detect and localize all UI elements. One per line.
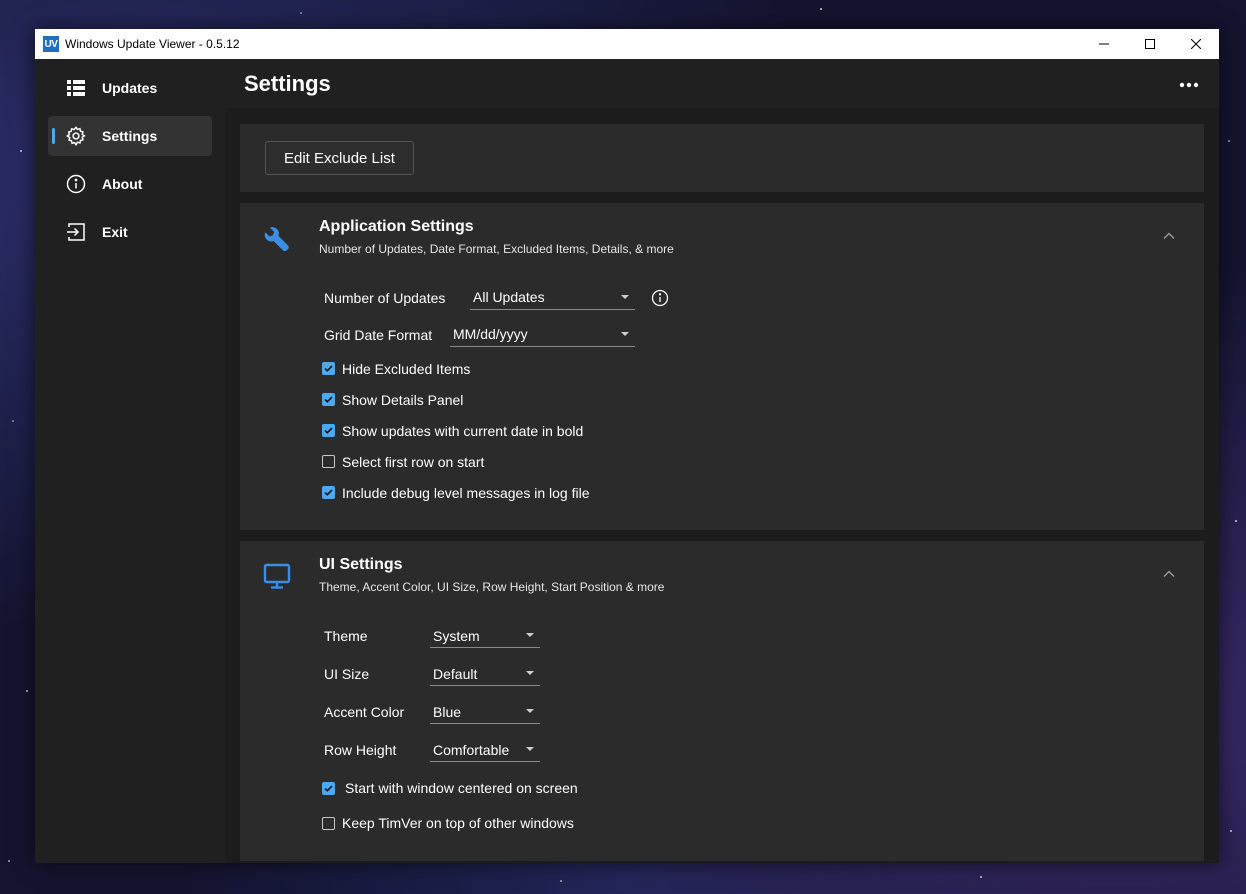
number-of-updates-label: Number of Updates <box>324 289 446 306</box>
exit-icon <box>64 220 88 244</box>
sidebar-item-about[interactable]: About <box>48 164 212 204</box>
chevron-down-icon <box>526 633 534 637</box>
row-height-select[interactable]: Comfortable <box>430 738 540 762</box>
application-settings-title: Application Settings <box>319 218 474 235</box>
ui-settings-title: UI Settings <box>319 556 403 573</box>
debug-log-checkbox[interactable]: Include debug level messages in log file <box>322 477 1204 508</box>
checkbox-checked-icon[interactable] <box>322 424 335 437</box>
edit-exclude-list-button[interactable]: Edit Exclude List <box>265 141 414 175</box>
show-current-date-bold-checkbox[interactable]: Show updates with current date in bold <box>322 415 1204 446</box>
theme-select[interactable]: System <box>430 624 540 648</box>
chevron-up-icon[interactable] <box>1162 567 1176 581</box>
sidebar-item-exit[interactable]: Exit <box>48 212 212 252</box>
checkbox-label: Start with window centered on screen <box>345 780 578 796</box>
application-settings-header[interactable]: Application Settings Number of Updates, … <box>240 203 1204 279</box>
checkbox-checked-icon[interactable] <box>322 362 335 375</box>
chevron-up-icon[interactable] <box>1162 229 1176 243</box>
list-icon <box>64 76 88 100</box>
row-height-value: Comfortable <box>433 741 510 758</box>
number-of-updates-row: Number of Updates All Updates <box>324 279 1204 316</box>
app-window: UV Windows Update Viewer - 0.5.12 Update… <box>35 29 1219 863</box>
ui-size-row: UI Size Default <box>324 655 1204 693</box>
grid-date-format-select[interactable]: MM/dd/yyyy <box>450 323 635 347</box>
start-centered-checkbox[interactable]: Start with window centered on screen <box>322 769 1204 807</box>
close-button[interactable] <box>1173 29 1219 59</box>
chevron-down-icon <box>621 331 629 336</box>
grid-date-format-label: Grid Date Format <box>324 326 433 343</box>
monitor-icon <box>263 563 291 589</box>
sidebar-item-label: Updates <box>102 80 158 96</box>
more-options-button[interactable] <box>1177 73 1201 97</box>
accent-color-row: Accent Color Blue <box>324 693 1204 731</box>
number-of-updates-value: All Updates <box>473 289 545 305</box>
grid-date-format-value: MM/dd/yyyy <box>453 326 528 342</box>
ui-settings-header[interactable]: UI Settings Theme, Accent Color, UI Size… <box>240 541 1204 617</box>
theme-value: System <box>433 627 480 644</box>
checkbox-label: Keep TimVer on top of other windows <box>342 815 574 831</box>
info-icon[interactable] <box>651 289 669 307</box>
accent-color-value: Blue <box>433 703 462 720</box>
title-bar[interactable]: UV Windows Update Viewer - 0.5.12 <box>35 29 1219 59</box>
minimize-icon <box>1099 43 1109 45</box>
main-panel: Settings Edit Exclude List Application S… <box>225 59 1219 863</box>
ui-settings-subtitle: Theme, Accent Color, UI Size, Row Height… <box>319 580 665 594</box>
ui-settings-card: UI Settings Theme, Accent Color, UI Size… <box>240 541 1204 861</box>
window-title: Windows Update Viewer - 0.5.12 <box>65 37 240 51</box>
theme-row: Theme System <box>324 617 1204 655</box>
checkbox-unchecked-icon[interactable] <box>322 455 335 468</box>
application-settings-subtitle: Number of Updates, Date Format, Excluded… <box>319 242 674 256</box>
hide-excluded-items-checkbox[interactable]: Hide Excluded Items <box>322 353 1204 384</box>
sidebar-item-settings[interactable]: Settings <box>48 116 212 156</box>
checkbox-checked-icon[interactable] <box>322 486 335 499</box>
info-icon <box>64 172 88 196</box>
chevron-down-icon <box>526 747 534 751</box>
checkbox-label: Show Details Panel <box>342 391 464 408</box>
show-details-panel-checkbox[interactable]: Show Details Panel <box>322 384 1204 415</box>
select-first-row-checkbox[interactable]: Select first row on start <box>322 446 1204 477</box>
sidebar: Updates Settings About Exit <box>35 59 225 863</box>
checkbox-label: Hide Excluded Items <box>342 360 471 377</box>
app-logo-icon: UV <box>43 36 59 52</box>
sidebar-item-label: Exit <box>102 224 128 240</box>
accent-color-label: Accent Color <box>324 704 405 720</box>
settings-content: Edit Exclude List Application Settings N… <box>240 124 1204 863</box>
ui-size-label: UI Size <box>324 666 370 682</box>
wrench-icon <box>264 227 289 252</box>
theme-label: Theme <box>324 628 368 644</box>
checkbox-unchecked-icon[interactable] <box>322 816 335 830</box>
ui-size-select[interactable]: Default <box>430 662 540 686</box>
row-height-label: Row Height <box>324 742 397 758</box>
maximize-button[interactable] <box>1127 29 1173 59</box>
number-of-updates-select[interactable]: All Updates <box>470 286 635 310</box>
checkbox-checked-icon[interactable] <box>322 781 335 795</box>
grid-date-format-row: Grid Date Format MM/dd/yyyy <box>324 316 1204 353</box>
accent-color-select[interactable]: Blue <box>430 700 540 724</box>
checkbox-label: Show updates with current date in bold <box>342 422 584 439</box>
checkbox-checked-icon[interactable] <box>322 393 335 406</box>
application-settings-card: Application Settings Number of Updates, … <box>240 203 1204 530</box>
page-title: Settings <box>244 70 331 96</box>
gear-icon <box>64 124 88 148</box>
row-height-row: Row Height Comfortable <box>324 731 1204 769</box>
ui-size-value: Default <box>433 665 478 682</box>
more-icon <box>1179 82 1199 88</box>
checkbox-label: Include debug level messages in log file <box>342 484 590 501</box>
checkbox-label: Select first row on start <box>342 453 485 470</box>
page-header: Settings <box>225 59 1219 108</box>
minimize-button[interactable] <box>1081 29 1127 59</box>
chevron-down-icon <box>621 294 629 299</box>
sidebar-item-updates[interactable]: Updates <box>48 68 212 108</box>
chevron-down-icon <box>526 671 534 675</box>
maximize-icon <box>1145 39 1155 49</box>
exclude-card: Edit Exclude List <box>240 124 1204 192</box>
sidebar-item-label: About <box>102 176 143 192</box>
close-icon <box>1191 39 1201 49</box>
keep-on-top-checkbox[interactable]: Keep TimVer on top of other windows <box>322 807 1204 839</box>
sidebar-item-label: Settings <box>102 128 158 144</box>
chevron-down-icon <box>526 709 534 713</box>
